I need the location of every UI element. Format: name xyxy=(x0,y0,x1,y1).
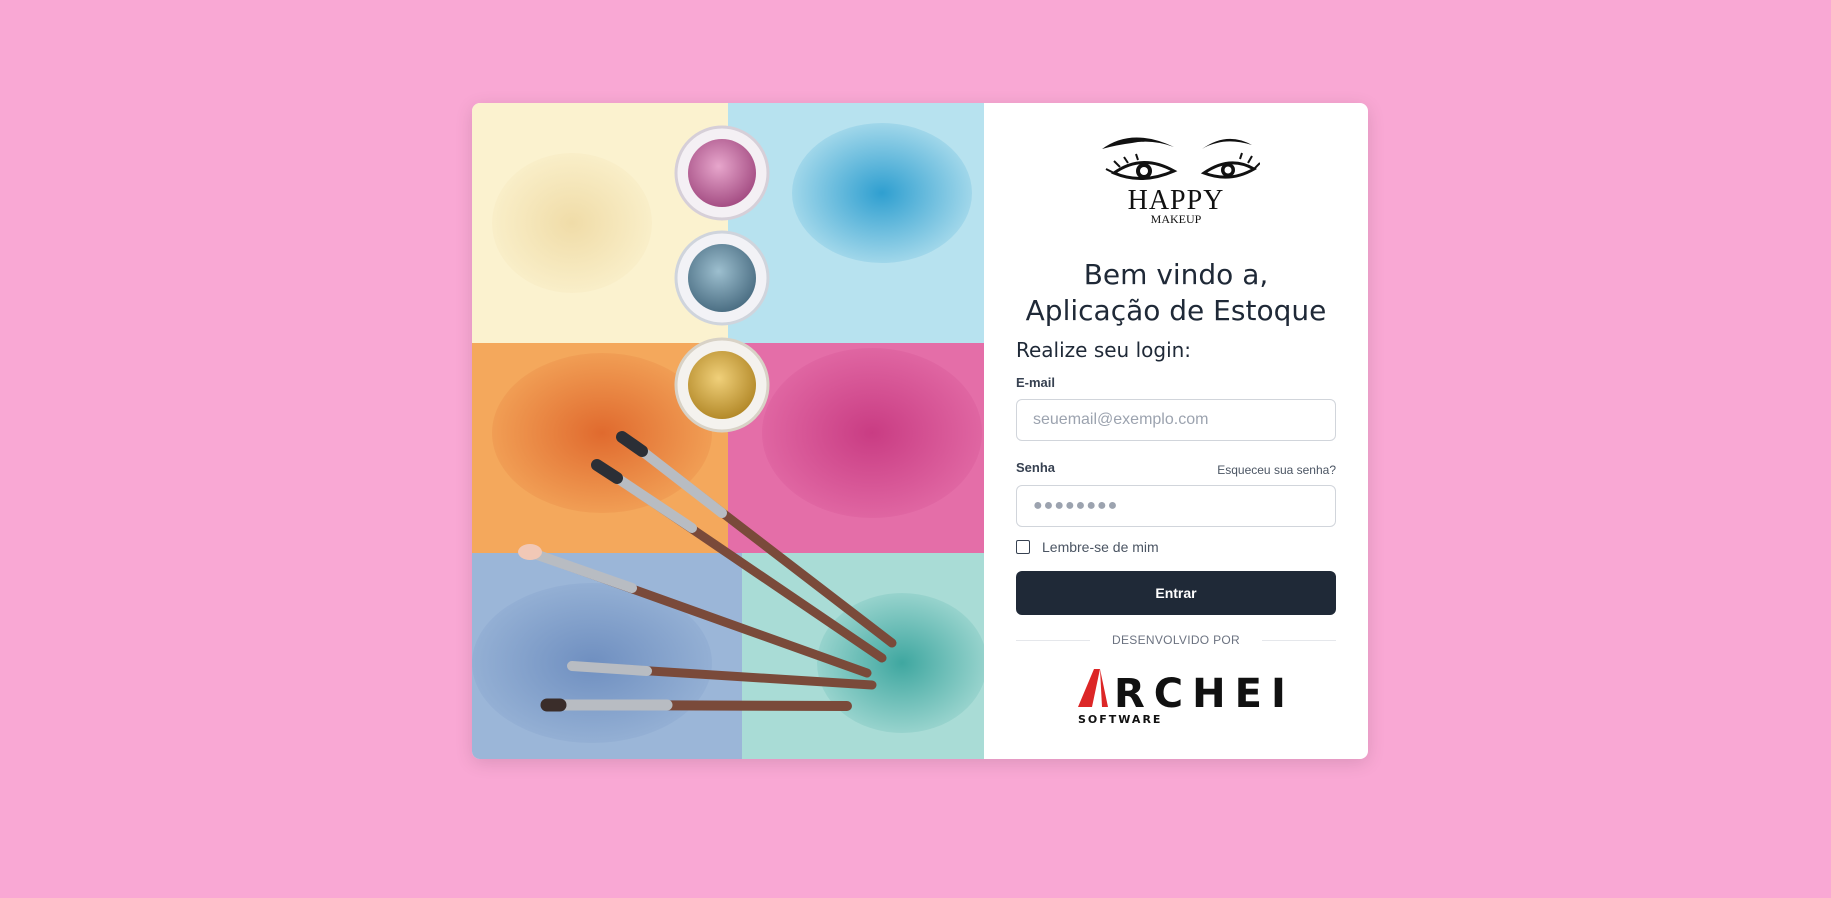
login-subtitle: Realize seu login: xyxy=(1016,338,1192,362)
password-label: Senha xyxy=(1016,460,1056,475)
makeup-hero-image xyxy=(472,103,984,759)
developed-by-divider: DESENVOLVIDO POR xyxy=(1016,632,1337,648)
welcome-heading: Bem vindo a, Aplicação de Estoque xyxy=(984,257,1368,329)
makeup-photo-illustration xyxy=(472,103,984,759)
archei-company-sub: SOFTWARE xyxy=(1078,713,1162,726)
archei-logo-icon: RCHEI SOFTWARE xyxy=(1078,669,1294,726)
divider-line-left xyxy=(1016,639,1091,641)
welcome-line-2: Aplicação de Estoque xyxy=(1025,294,1327,327)
remember-me-label: Lembre-se de mim xyxy=(1042,539,1159,555)
forgot-password-link[interactable]: Esqueceu sua senha? xyxy=(1217,463,1336,477)
remember-me[interactable]: Lembre-se de mim xyxy=(1016,539,1159,555)
archei-company-name: RCHEI xyxy=(1114,671,1294,717)
divider-line-right xyxy=(1261,639,1337,641)
email-input[interactable] xyxy=(1016,399,1336,441)
brand-tagline: MAKEUP xyxy=(1151,212,1202,226)
welcome-line-1: Bem vindo a, xyxy=(1083,258,1269,291)
eyes-logo-icon: HAPPY MAKEUP xyxy=(1102,137,1260,226)
login-card: HAPPY MAKEUP Bem vindo a, Aplicação de E… xyxy=(472,103,1368,759)
password-input[interactable] xyxy=(1016,485,1336,527)
remember-me-checkbox[interactable] xyxy=(1016,540,1030,554)
email-label: E-mail xyxy=(1016,375,1056,390)
login-panel: HAPPY MAKEUP Bem vindo a, Aplicação de E… xyxy=(984,103,1368,759)
login-button[interactable]: Entrar xyxy=(1016,571,1336,615)
developed-by-text: DESENVOLVIDO POR xyxy=(1112,633,1240,647)
